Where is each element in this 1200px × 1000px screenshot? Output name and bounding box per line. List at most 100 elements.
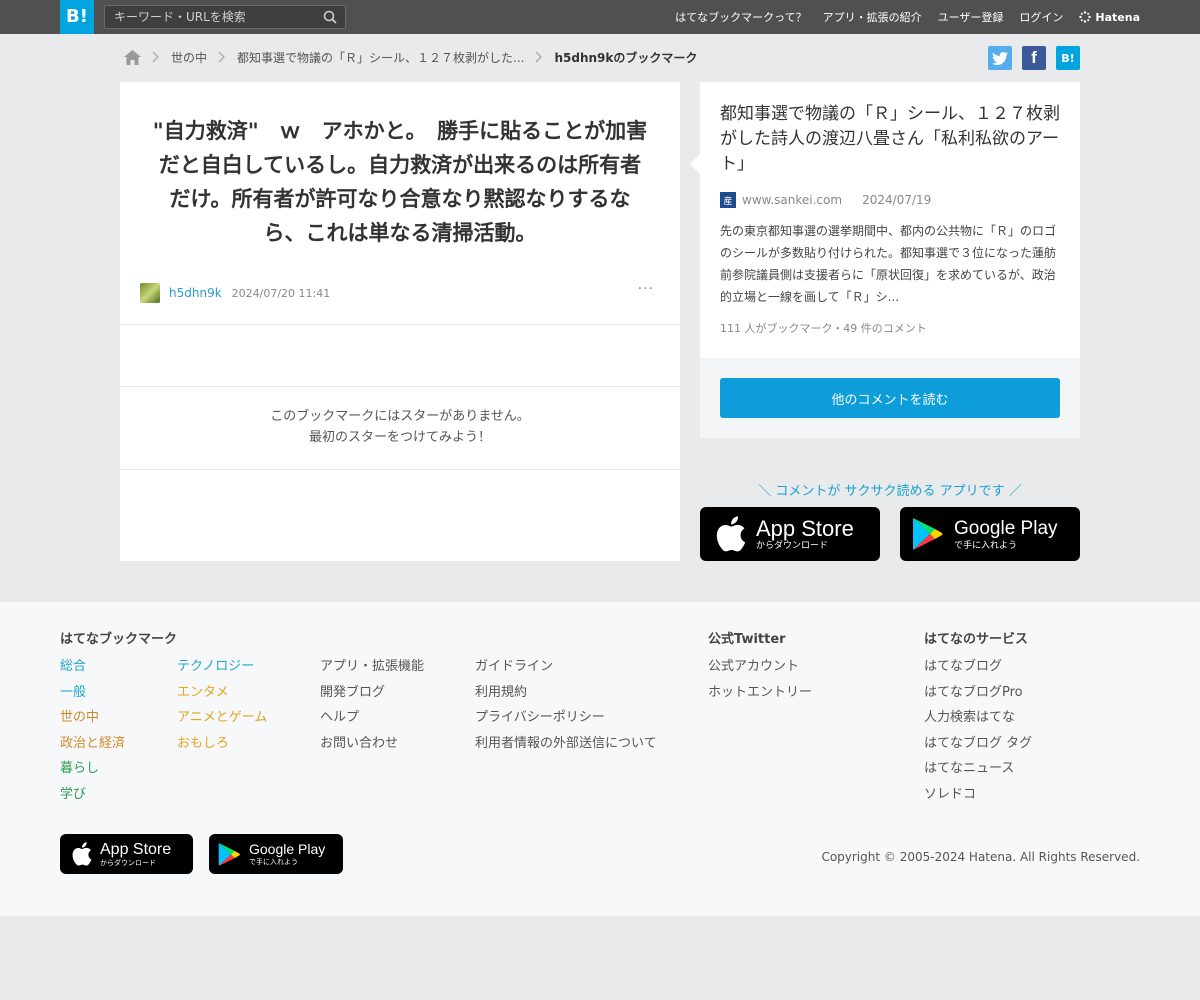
bookmark-user-row: h5dhn9k 2024/07/20 11:41 ··· [140, 281, 660, 303]
nav-apps[interactable]: アプリ・拡張の紹介 [823, 9, 922, 25]
footer-cat-fun[interactable]: おもしろ [177, 731, 267, 757]
footer: はてなブックマーク 総合 一般 世の中 政治と経済 暮らし 学び テクノロジー … [0, 602, 1200, 916]
footer-cat-learning[interactable]: 学び [60, 782, 125, 808]
google-play-badge[interactable]: Google Play で手に入れよう [900, 507, 1080, 561]
hatena-bookmark-logo[interactable]: B! [60, 0, 94, 34]
google-play-icon [218, 842, 240, 866]
app-store-badge[interactable]: App Store からダウンロード [700, 507, 880, 561]
site-favicon-icon: 産 [720, 192, 736, 208]
footer-app-store-title: App Store [100, 840, 172, 858]
footer-link-terms[interactable]: 利用規約 [475, 680, 657, 706]
apple-icon [72, 842, 92, 866]
entry-domain[interactable]: www.sankei.com [742, 193, 842, 207]
read-other-comments-button[interactable]: 他のコメントを読む [720, 378, 1060, 418]
footer-cat-entertainment[interactable]: エンタメ [177, 680, 267, 706]
search-box[interactable] [104, 5, 346, 29]
footer-links-info: アプリ・拡張機能 開発ブログ ヘルプ お問い合わせ [320, 654, 424, 756]
entry-source: 産 www.sankei.com 2024/07/19 [720, 192, 931, 208]
footer-categories-a: 総合 一般 世の中 政治と経済 暮らし 学び [60, 654, 125, 808]
footer-link-hatena-news[interactable]: はてなニュース [924, 756, 1032, 782]
facebook-share-button[interactable]: f [1022, 46, 1046, 70]
footer-link-blog-tag[interactable]: はてなブログ タグ [924, 731, 1032, 757]
bookmark-timestamp[interactable]: 2024/07/20 11:41 [232, 287, 331, 300]
hatena-dots-icon [1079, 11, 1092, 23]
divider [120, 386, 680, 387]
search-input[interactable] [105, 6, 317, 28]
nav-about[interactable]: はてなブックマークって？ [675, 9, 806, 25]
breadcrumb-category[interactable]: 世の中 [171, 49, 207, 66]
more-menu-icon[interactable]: ··· [638, 281, 654, 297]
app-store-title: App Store [756, 515, 854, 541]
footer-services-title: はてなのサービス [924, 632, 1029, 647]
apple-icon [716, 516, 746, 552]
entry-title[interactable]: 都知事選で物議の「Ｒ」シール、１２７枚剥がした詩人の渡辺八畳さん「私利私欲のアー… [720, 102, 1065, 177]
footer-twitter-links: 公式アカウント ホットエントリー [708, 654, 812, 705]
entry-card: 都知事選で物議の「Ｒ」シール、１２７枚剥がした詩人の渡辺八畳さん「私利私欲のアー… [690, 82, 1080, 358]
footer-twitter-title: 公式Twitter [708, 632, 786, 647]
app-store-subtitle: からダウンロード [756, 540, 829, 551]
footer-link-hatena-blog[interactable]: はてなブログ [924, 654, 1032, 680]
footer-cat-politics[interactable]: 政治と経済 [60, 731, 125, 757]
entry-summary: 先の東京都知事選の選挙期間中、都内の公共物に「Ｒ」のロゴのシールが多数貼り付けら… [720, 224, 1057, 304]
hatena-bookmark-icon: B! [1061, 51, 1075, 65]
google-play-subtitle: で手に入れよう [954, 540, 1018, 551]
google-play-title: Google Play [954, 517, 1058, 539]
footer-cat-ippan[interactable]: 一般 [60, 680, 125, 706]
hatena-brand-text: Hatena [1095, 10, 1140, 24]
breadcrumb-current: h5dhn9kのブックマーク [554, 50, 698, 65]
chevron-right-icon [152, 51, 159, 63]
footer-services-links: はてなブログ はてなブログPro 人力検索はてな はてなブログ タグ はてなニュ… [924, 654, 1032, 808]
breadcrumb-entry[interactable]: 都知事選で物議の「Ｒ」シール、１２７枚剥がした... [237, 49, 524, 66]
footer-cat-society[interactable]: 世の中 [60, 705, 125, 731]
footer-app-store-subtitle: からダウンロード [100, 858, 156, 867]
no-star-line-2: 最初のスターをつけてみよう！ [308, 430, 491, 445]
footer-google-play-badge[interactable]: Google Play で手に入れよう [209, 834, 343, 874]
footer-link-hatena-blog-pro[interactable]: はてなブログPro [924, 680, 1032, 706]
footer-cat-tech[interactable]: テクノロジー [177, 654, 267, 680]
chevron-right-icon [536, 51, 543, 63]
avatar[interactable] [140, 283, 160, 303]
top-bar: B! はてなブックマークって？ アプリ・拡張の紹介 ユーザー登録 ログイン Ha… [0, 0, 1200, 34]
footer-app-store-badge[interactable]: App Store からダウンロード [60, 834, 193, 874]
footer-link-dev-blog[interactable]: 開発ブログ [320, 680, 424, 706]
hatena-brand[interactable]: Hatena [1079, 11, 1140, 24]
footer-link-official-account[interactable]: 公式アカウント [708, 654, 812, 680]
app-promo-text: ＼ コメントが サクサク読める アプリです ／ [758, 484, 1022, 499]
footer-link-apps[interactable]: アプリ・拡張機能 [320, 654, 424, 680]
entry-date: 2024/07/19 [862, 193, 932, 207]
home-icon[interactable] [124, 49, 141, 65]
footer-link-privacy[interactable]: プライバシーポリシー [475, 705, 657, 731]
breadcrumb: 世の中 都知事選で物議の「Ｒ」シール、１２７枚剥がした... h5dhn9kのブ… [124, 46, 697, 68]
read-comments-area: 他のコメントを読む [700, 358, 1080, 438]
divider [120, 324, 680, 325]
facebook-icon: f [1031, 48, 1037, 67]
nav-login[interactable]: ログイン [1019, 9, 1063, 25]
hatena-share-button[interactable]: B! [1056, 46, 1080, 70]
no-star-line-1: このブックマークにはスターがありません。 [270, 409, 530, 424]
footer-cat-life[interactable]: 暮らし [60, 756, 125, 782]
footer-link-jinriki[interactable]: 人力検索はてな [924, 705, 1032, 731]
footer-categories-b: テクノロジー エンタメ アニメとゲーム おもしろ [177, 654, 267, 756]
footer-link-contact[interactable]: お問い合わせ [320, 731, 424, 757]
top-nav: はてなブックマークって？ アプリ・拡張の紹介 ユーザー登録 ログイン Haten… [659, 0, 1140, 34]
google-play-icon [913, 518, 943, 550]
footer-link-soredoko[interactable]: ソレドコ [924, 782, 1032, 808]
footer-link-hot-entry[interactable]: ホットエントリー [708, 680, 812, 706]
bookmark-username[interactable]: h5dhn9k [169, 286, 222, 300]
footer-link-guideline[interactable]: ガイドライン [475, 654, 657, 680]
share-buttons: f B! [978, 46, 1080, 70]
footer-link-external-send[interactable]: 利用者情報の外部送信について [475, 731, 657, 757]
twitter-share-button[interactable] [988, 46, 1012, 70]
nav-register[interactable]: ユーザー登録 [938, 9, 1004, 25]
no-star-message: このブックマークにはスターがありません。 最初のスターをつけてみよう！ [120, 406, 680, 448]
entry-stats[interactable]: 111 人がブックマーク・49 件のコメント [720, 320, 927, 336]
chevron-right-icon [218, 51, 225, 63]
footer-cat-general[interactable]: 総合 [60, 654, 125, 680]
footer-link-help[interactable]: ヘルプ [320, 705, 424, 731]
copyright: Copyright © 2005-2024 Hatena. All Rights… [821, 850, 1140, 864]
search-icon[interactable] [323, 10, 337, 24]
footer-google-play-title: Google Play [249, 841, 326, 857]
twitter-icon [992, 51, 1008, 65]
footer-cat-anime-game[interactable]: アニメとゲーム [177, 705, 267, 731]
footer-bookmark-title: はてなブックマーク [60, 632, 178, 647]
